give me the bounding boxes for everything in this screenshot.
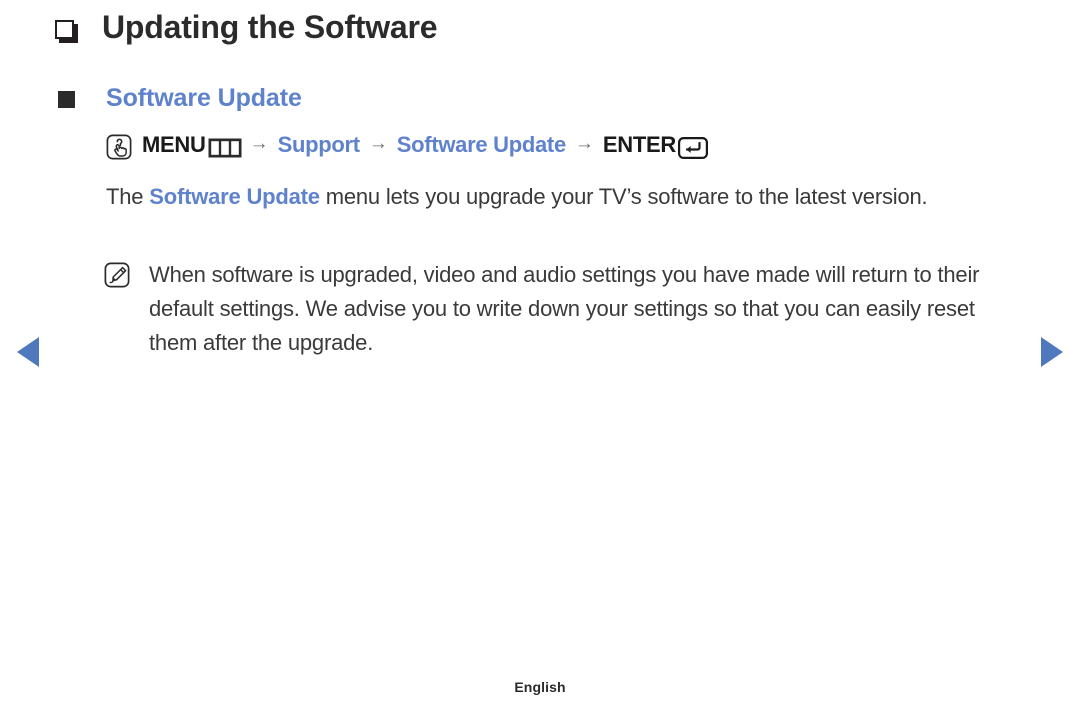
press-button-icon <box>106 134 132 159</box>
previous-page-arrow[interactable] <box>17 337 39 367</box>
path-step-support: Support <box>277 132 361 157</box>
note-block: When software is upgraded, video and aud… <box>104 258 1014 360</box>
body-paragraph: The Software Update menu lets you upgrad… <box>106 180 996 214</box>
path-arrow-separator-2: → <box>368 133 388 154</box>
body-text-before: The <box>106 184 150 209</box>
outline-square-bullet-icon <box>55 19 74 39</box>
chapter-title: Updating the Software <box>55 8 438 46</box>
menu-bars-icon <box>208 138 242 157</box>
body-text-after: menu lets you upgrade your TV’s software… <box>319 184 928 209</box>
path-arrow-separator-3: → <box>574 133 594 154</box>
enter-button-label: ENTER <box>602 132 676 157</box>
section-heading: Software Update <box>58 84 302 113</box>
note-text: When software is upgraded, video and aud… <box>149 262 980 355</box>
body-text-highlight: Software Update <box>149 184 320 209</box>
solid-square-bullet-icon <box>58 91 75 108</box>
section-heading-text: Software Update <box>106 84 302 112</box>
enter-return-key-icon <box>677 137 708 159</box>
next-page-arrow[interactable] <box>1041 337 1063 367</box>
chapter-title-text: Updating the Software <box>102 9 438 45</box>
menu-path-breadcrumb: MENU → Support → Software Update → ENTER <box>106 132 708 159</box>
note-pencil-icon <box>104 262 130 288</box>
path-step-software-update: Software Update <box>396 132 566 157</box>
manual-page: Updating the Software Software Update ME… <box>0 0 1080 705</box>
path-arrow-separator-1: → <box>249 133 269 154</box>
footer-language-label: English <box>514 679 566 695</box>
menu-button-label: MENU <box>142 132 206 157</box>
